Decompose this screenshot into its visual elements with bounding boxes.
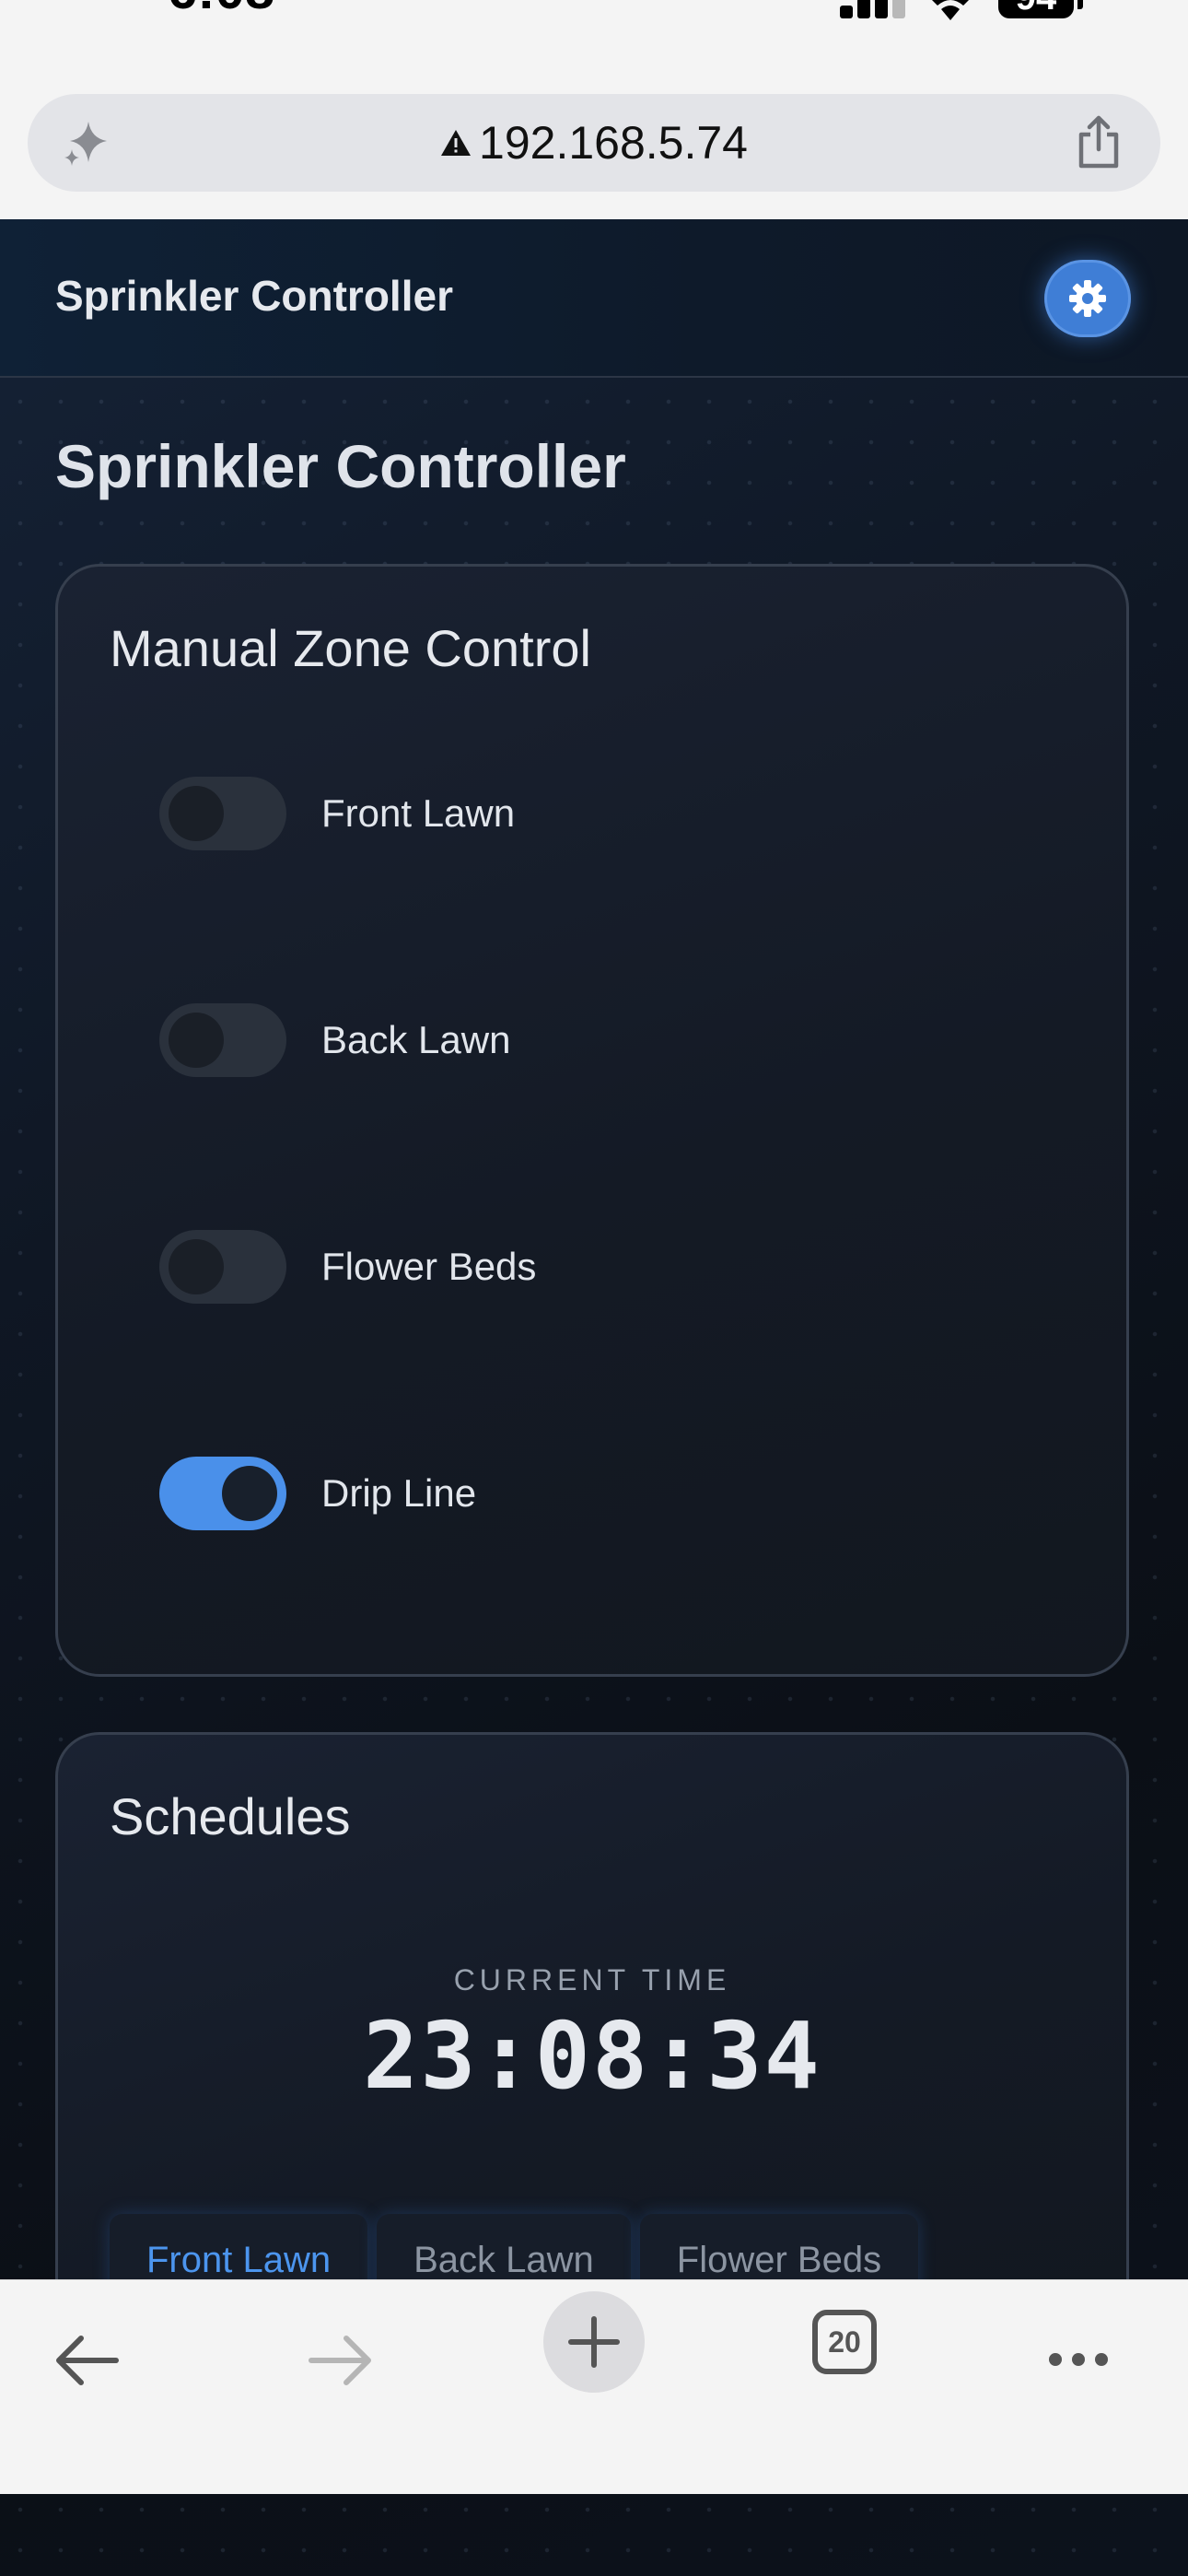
share-icon[interactable] xyxy=(1074,114,1124,170)
card-title: Manual Zone Control xyxy=(110,619,591,677)
wifi-icon xyxy=(932,0,969,20)
zone-toggle-back-lawn[interactable] xyxy=(159,1003,286,1077)
zone-label: Flower Beds xyxy=(321,1245,537,1288)
page-title: Sprinkler Controller xyxy=(55,432,626,500)
zone-toggle-flower-beds[interactable] xyxy=(159,1230,286,1304)
zone-label: Front Lawn xyxy=(321,791,516,835)
url-text[interactable]: 192.168.5.74 xyxy=(479,116,748,170)
warning-icon xyxy=(441,130,472,156)
tabs-overview-button[interactable]: 20 xyxy=(812,2310,877,2374)
app-brand[interactable]: Sprinkler Controller xyxy=(55,271,453,321)
zone-toggle-front-lawn[interactable] xyxy=(159,777,286,850)
toggle-knob xyxy=(222,1466,277,1521)
new-tab-button[interactable] xyxy=(543,2291,645,2393)
plus-icon xyxy=(568,2316,620,2368)
web-page: Sprinkler Controller Sprinkler Controlle… xyxy=(0,219,1188,2576)
battery-tip xyxy=(1077,0,1083,9)
cellular-signal-icon xyxy=(840,0,906,18)
zone-toggle-drip-line[interactable] xyxy=(159,1457,286,1530)
current-time-label: CURRENT TIME xyxy=(453,1963,731,1996)
address-bar[interactable]: 192.168.5.74 xyxy=(28,94,1160,192)
status-time: 6:08 xyxy=(168,0,274,21)
gear-icon xyxy=(1069,280,1106,317)
zone-row-flower-beds: Flower Beds xyxy=(159,1230,536,1304)
zone-row-drip-line: Drip Line xyxy=(159,1457,476,1530)
current-time-value: 23:08:34 xyxy=(363,2002,821,2110)
browser-top-bar: 192.168.5.74 xyxy=(0,55,1188,219)
zone-label: Back Lawn xyxy=(321,1018,511,1061)
toggle-knob xyxy=(169,786,224,841)
toggle-knob xyxy=(169,1013,224,1068)
status-bar: 6:08 94 xyxy=(0,0,1188,55)
manual-zone-control-card: Manual Zone Control Front Lawn Back Lawn… xyxy=(55,564,1129,1677)
app-header: Sprinkler Controller xyxy=(0,219,1188,378)
zone-row-back-lawn: Back Lawn xyxy=(159,1003,510,1077)
card-title: Schedules xyxy=(110,1787,351,1845)
forward-arrow-icon[interactable] xyxy=(308,2334,374,2387)
more-options-icon[interactable] xyxy=(1046,2350,1111,2369)
settings-button[interactable] xyxy=(1044,260,1131,337)
zone-label: Drip Line xyxy=(321,1471,477,1515)
battery-indicator: 94 xyxy=(998,0,1074,18)
zone-row-front-lawn: Front Lawn xyxy=(159,777,515,850)
browser-bottom-toolbar: 20 xyxy=(0,2279,1188,2494)
toggle-knob xyxy=(169,1239,224,1294)
back-arrow-icon[interactable] xyxy=(53,2334,120,2387)
